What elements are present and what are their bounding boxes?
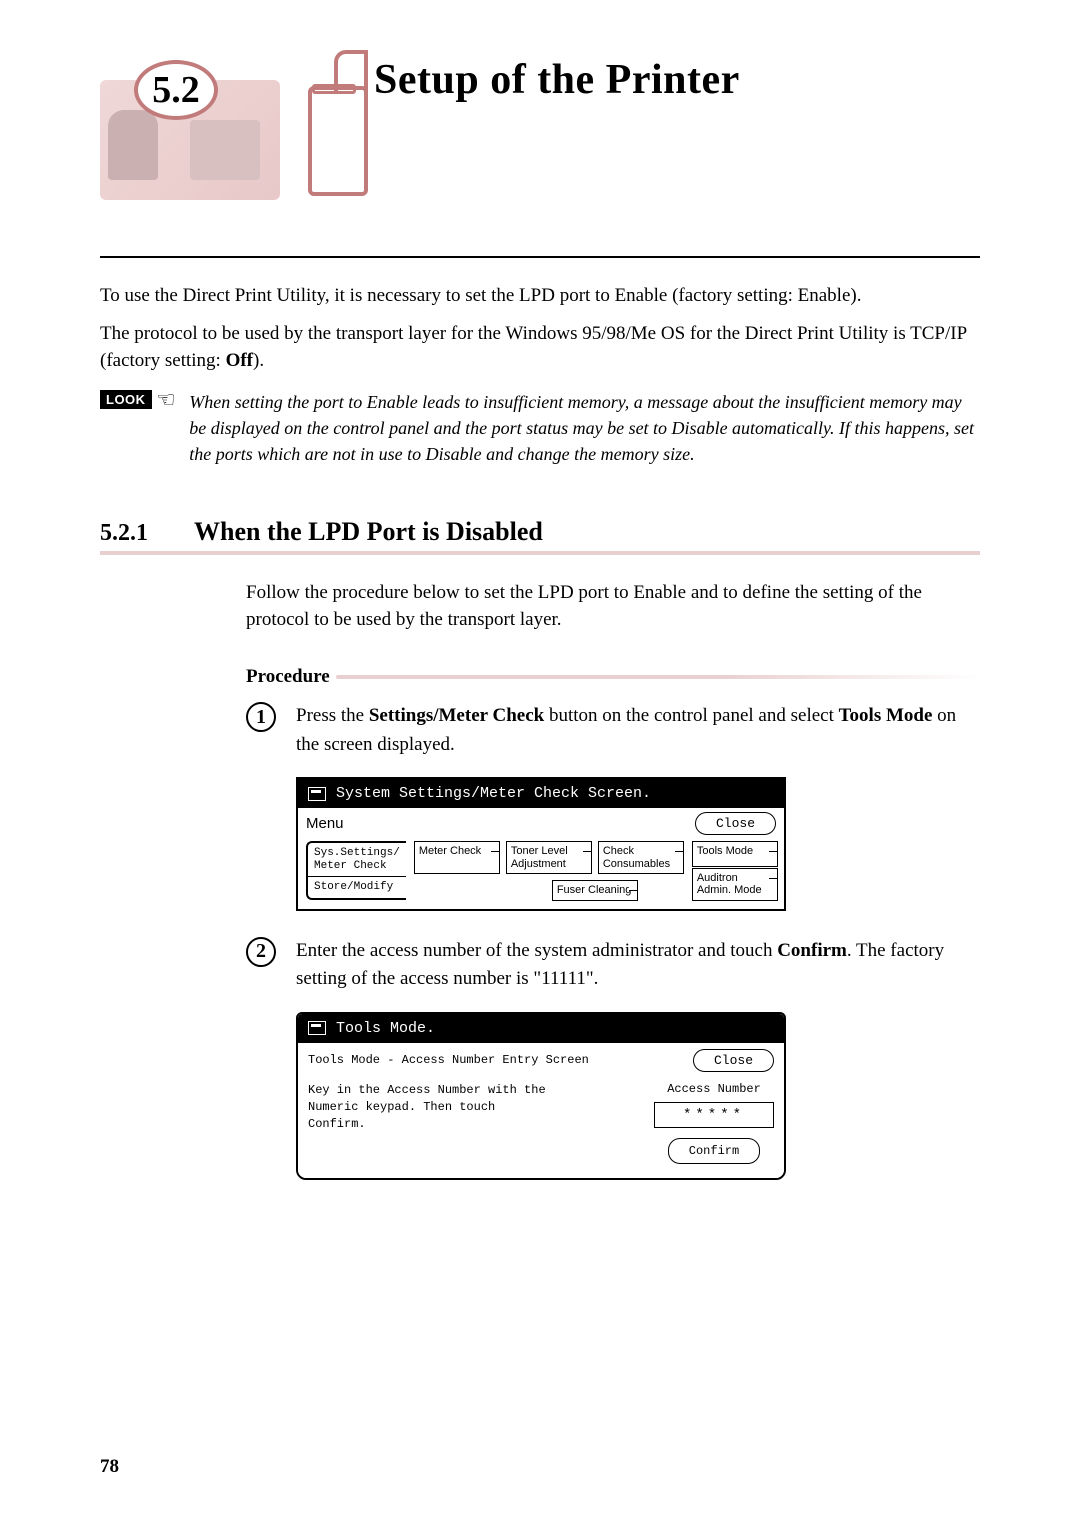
- step-1: 1 Press the Settings/Meter Check button …: [246, 702, 980, 759]
- screen-title-2: Tools Mode.: [336, 1020, 435, 1037]
- menu-label: Menu: [306, 815, 344, 832]
- intro-p2-b: ).: [253, 350, 264, 371]
- procedure-rule: [336, 675, 980, 679]
- subsection-rule: [100, 551, 980, 555]
- look-tag: LOOK ☞: [100, 389, 175, 411]
- intro-p1: To use the Direct Print Utility, it is n…: [100, 282, 980, 310]
- store-modify-item[interactable]: Store/Modify: [308, 877, 406, 898]
- divider: [100, 256, 980, 258]
- left-menu-group: Sys.Settings/ Meter Check Store/Modify: [306, 841, 406, 900]
- sys-settings-item[interactable]: Sys.Settings/ Meter Check: [308, 843, 406, 877]
- subsection-lead: Follow the procedure below to set the LP…: [246, 579, 980, 634]
- subsection-number: 5.2.1: [100, 520, 148, 547]
- look-text: When setting the port to Enable leads to…: [189, 389, 980, 467]
- page-header: 5.2 Setup of the Printer: [100, 60, 980, 200]
- step-2-text: Enter the access number of the system ad…: [296, 937, 980, 994]
- window-icon: [308, 787, 326, 801]
- procedure-heading: Procedure: [246, 666, 980, 688]
- screen-subtitle: Tools Mode - Access Number Entry Screen: [308, 1053, 589, 1067]
- subsection-title: When the LPD Port is Disabled: [194, 517, 543, 547]
- step-number-2: 2: [246, 937, 276, 967]
- screen-title: System Settings/Meter Check Screen.: [336, 785, 651, 802]
- step-number-1: 1: [246, 702, 276, 732]
- page-title-text: Setup of the Printer: [374, 56, 740, 104]
- step-1-text: Press the Settings/Meter Check button on…: [296, 702, 980, 759]
- page-title: Setup of the Printer: [308, 56, 980, 196]
- look-note: LOOK ☞ When setting the port to Enable l…: [100, 389, 980, 467]
- procedure-label: Procedure: [246, 666, 330, 688]
- access-number-field[interactable]: *****: [654, 1102, 774, 1128]
- check-consumables-button[interactable]: Check Consumables: [598, 841, 684, 874]
- system-settings-screen: System Settings/Meter Check Screen. Menu…: [296, 777, 786, 911]
- printer-icon: [308, 56, 368, 196]
- instruction-text: Key in the Access Number with the Numeri…: [308, 1082, 558, 1164]
- meter-check-button[interactable]: Meter Check: [414, 841, 500, 874]
- pointing-hand-icon: ☞: [156, 389, 176, 411]
- look-label: LOOK: [100, 390, 152, 409]
- auditron-button[interactable]: Auditron Admin. Mode: [692, 868, 778, 901]
- confirm-button[interactable]: Confirm: [668, 1138, 760, 1164]
- close-button[interactable]: Close: [695, 812, 776, 835]
- page-number: 78: [100, 1456, 119, 1478]
- access-number-label: Access Number: [667, 1082, 761, 1096]
- section-badge: 5.2: [100, 60, 200, 200]
- toner-level-button[interactable]: Toner Level Adjustment: [506, 841, 592, 874]
- subsection-header: 5.2.1 When the LPD Port is Disabled: [100, 517, 980, 547]
- step-2: 2 Enter the access number of the system …: [246, 937, 980, 994]
- fuser-cleaning-button[interactable]: Fuser Cleaning: [552, 880, 638, 901]
- intro-p2-bold: Off: [226, 350, 253, 371]
- section-number: 5.2: [134, 60, 218, 120]
- tools-mode-screen: Tools Mode. Tools Mode - Access Number E…: [296, 1012, 786, 1180]
- screen-titlebar-2: Tools Mode.: [298, 1014, 784, 1043]
- screen-titlebar: System Settings/Meter Check Screen.: [298, 779, 784, 808]
- intro-p2: The protocol to be used by the transport…: [100, 320, 980, 375]
- window-icon: [308, 1021, 326, 1035]
- close-button-2[interactable]: Close: [693, 1049, 774, 1072]
- tools-mode-button[interactable]: Tools Mode: [692, 841, 778, 867]
